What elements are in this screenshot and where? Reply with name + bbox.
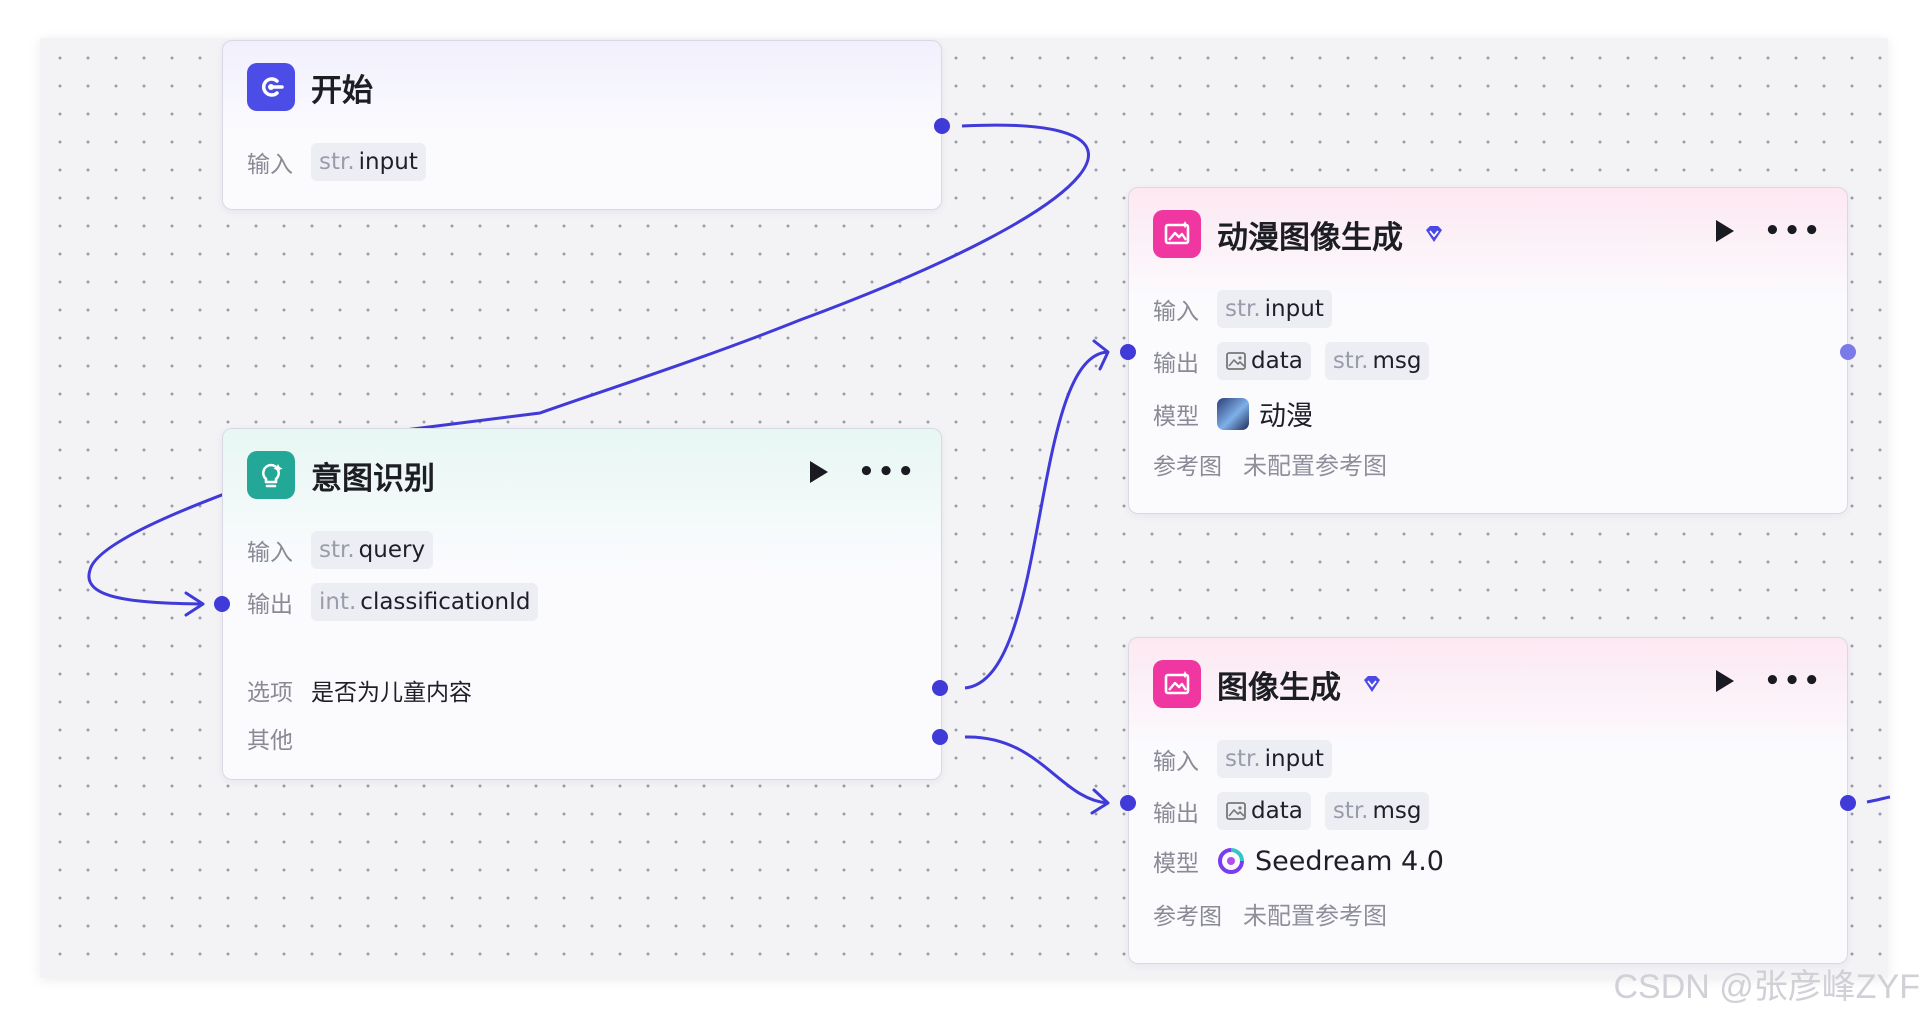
- premium-diamond-icon: [1423, 223, 1445, 245]
- node-header: 动漫图像生成: [1153, 210, 1445, 258]
- node-actions: •••: [1716, 218, 1823, 244]
- input-label: 输入: [1153, 299, 1199, 325]
- input-row: 输入 str. input: [1153, 740, 1332, 778]
- input-row: 输入 str. input: [247, 143, 426, 181]
- node-title: 动漫图像生成: [1217, 219, 1403, 256]
- node-title: 意图识别: [311, 460, 435, 497]
- more-icon[interactable]: •••: [1764, 668, 1823, 694]
- input-label: 输入: [247, 540, 293, 566]
- variable-tag[interactable]: str. input: [1217, 740, 1332, 778]
- model-label: 模型: [1153, 403, 1199, 430]
- output-label: 输出: [1153, 801, 1199, 827]
- anime-input-port[interactable]: [1120, 344, 1136, 360]
- node-actions: •••: [1716, 668, 1823, 694]
- reference-row: 参考图 未配置参考图: [1153, 446, 1387, 481]
- anime-model-avatar: [1217, 397, 1249, 430]
- start-output-port[interactable]: [934, 118, 950, 134]
- output-label: 输出: [247, 592, 293, 618]
- intent-option-port[interactable]: [932, 680, 948, 696]
- option-value[interactable]: 是否为儿童内容: [311, 673, 472, 707]
- variable-tag[interactable]: str. msg: [1324, 342, 1430, 380]
- option-label: 选项: [247, 680, 293, 706]
- variable-tag[interactable]: str. input: [311, 143, 426, 181]
- input-row: 输入 str. query: [247, 531, 434, 569]
- node-anime-image[interactable]: 动漫图像生成 ••• 输入 str. input 输出 data str. msg …: [1128, 187, 1848, 514]
- node-header: 意图识别: [247, 451, 435, 499]
- run-icon[interactable]: [1716, 220, 1735, 242]
- node-intent[interactable]: 意图识别 ••• 输入 str. query 输出 int. classificat…: [222, 428, 942, 780]
- variable-tag[interactable]: str. msg: [1324, 792, 1430, 830]
- reference-row: 参考图 未配置参考图: [1153, 896, 1387, 931]
- image-input-port[interactable]: [1120, 795, 1136, 811]
- node-actions: •••: [810, 459, 917, 485]
- variable-tag[interactable]: data: [1217, 342, 1311, 380]
- more-icon[interactable]: •••: [1764, 218, 1823, 244]
- image-type-icon: [1226, 802, 1246, 820]
- node-title: 开始: [311, 72, 373, 109]
- reference-value[interactable]: 未配置参考图: [1243, 896, 1387, 931]
- watermark: CSDN @张彦峰ZYF: [1613, 968, 1920, 1006]
- node-title: 图像生成: [1217, 669, 1341, 706]
- variable-tag[interactable]: data: [1217, 792, 1311, 830]
- lightbulb-icon: [247, 451, 295, 499]
- node-header: 图像生成: [1153, 660, 1383, 708]
- image-type-icon: [1226, 352, 1246, 370]
- more-icon[interactable]: •••: [858, 459, 917, 485]
- node-start[interactable]: 开始 输入 str. input: [222, 40, 942, 210]
- model-selector[interactable]: 动漫: [1217, 394, 1313, 433]
- output-label: 输出: [1153, 351, 1199, 377]
- variable-tag[interactable]: str. input: [1217, 290, 1332, 328]
- output-row: 输出 data str. msg: [1153, 792, 1430, 830]
- model-selector[interactable]: Seedream 4.0: [1217, 846, 1444, 877]
- run-icon[interactable]: [1716, 670, 1735, 692]
- other-row: 其他: [247, 721, 297, 755]
- start-icon: [247, 63, 295, 111]
- model-label: 模型: [1153, 851, 1199, 877]
- reference-value[interactable]: 未配置参考图: [1243, 446, 1387, 481]
- input-label: 输入: [247, 152, 293, 178]
- model-row: 模型 Seedream 4.0: [1153, 844, 1444, 878]
- output-row: 输出 data str. msg: [1153, 342, 1430, 380]
- output-row: 输出 int. classificationId: [247, 583, 539, 621]
- premium-diamond-icon: [1361, 673, 1383, 695]
- input-row: 输入 str. input: [1153, 290, 1332, 328]
- run-icon[interactable]: [810, 461, 829, 483]
- image-generate-icon: [1153, 660, 1201, 708]
- variable-tag[interactable]: str. query: [311, 531, 434, 569]
- node-image[interactable]: 图像生成 ••• 输入 str. input 输出 data str. msg 模型…: [1128, 637, 1848, 964]
- reference-label: 参考图: [1153, 453, 1222, 480]
- node-header: 开始: [247, 63, 373, 111]
- variable-tag[interactable]: int. classificationId: [311, 583, 539, 621]
- image-output-port[interactable]: [1840, 795, 1856, 811]
- input-label: 输入: [1153, 749, 1199, 775]
- model-row: 模型 动漫: [1153, 394, 1313, 433]
- intent-input-port[interactable]: [214, 596, 230, 612]
- intent-other-port[interactable]: [932, 729, 948, 745]
- anime-output-port[interactable]: [1840, 344, 1856, 360]
- reference-label: 参考图: [1153, 903, 1222, 930]
- image-generate-icon: [1153, 210, 1201, 258]
- seedream-logo-icon: [1218, 848, 1244, 874]
- other-label: 其他: [247, 728, 293, 754]
- option-row: 选项 是否为儿童内容: [247, 673, 472, 707]
